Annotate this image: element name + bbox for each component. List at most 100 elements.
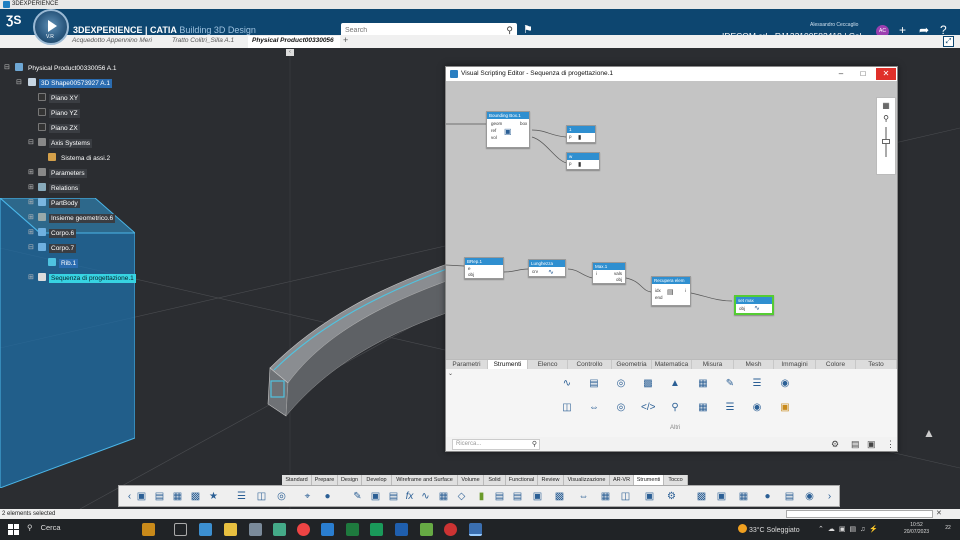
command-input[interactable] (786, 510, 933, 518)
node-set-max[interactable]: set max obj ∿ (734, 295, 774, 315)
tab-physical-product[interactable]: Physical Product00330056 (252, 37, 334, 44)
curved-beam[interactable] (260, 258, 460, 428)
node-1[interactable]: 1 p ▮ (566, 125, 596, 143)
collapse-handle[interactable]: ‹ (286, 49, 294, 56)
tree-item-sistema-assi[interactable]: Sistema di assi.2 (48, 153, 112, 163)
tree-toggle[interactable]: ⊞ (28, 213, 34, 221)
node-max[interactable]: Max.1 vals i obj (592, 262, 626, 284)
excel-app-icon[interactable] (346, 523, 359, 536)
tree-item-partbody[interactable]: PartBody (38, 198, 80, 208)
maximize-button[interactable]: □ (853, 68, 873, 80)
tree-item-piano-xy[interactable]: Piano XY (38, 93, 81, 103)
app-icon[interactable] (420, 523, 433, 536)
map-icon[interactable]: ▦ (877, 101, 895, 110)
node-lunghezza[interactable]: Lunghezza crv ∿ (528, 259, 566, 277)
connect-icon[interactable]: ◎ (275, 490, 288, 503)
wifi-icon[interactable]: ∿ (560, 377, 574, 391)
scatter-icon[interactable]: ⌖ (301, 490, 314, 503)
notification-badge[interactable]: 22 (942, 525, 954, 535)
book-icon[interactable]: ▤ (387, 490, 400, 503)
split-icon[interactable]: ◫ (560, 401, 574, 415)
more-tools-label[interactable]: Altri (670, 425, 680, 431)
cmdtab-review[interactable]: Review (538, 475, 564, 485)
cmdtab-design[interactable]: Design (338, 475, 362, 485)
swap-icon[interactable]: ⇔ (587, 401, 601, 415)
grid-icon[interactable]: ▦ (171, 490, 184, 503)
calculator-app-icon[interactable] (249, 523, 262, 536)
expand-bar-icon[interactable]: › (823, 490, 836, 503)
chrome-app-icon[interactable] (297, 523, 310, 536)
more-options-icon[interactable]: ⋮ (886, 439, 895, 450)
sphere-icon[interactable]: ● (321, 490, 334, 503)
vse-search-box[interactable]: Ricerca... ⚲ (452, 439, 540, 450)
weather-widget[interactable]: 33°C Soleggiato (738, 524, 800, 534)
outlook-app-icon[interactable] (321, 523, 334, 536)
table-icon[interactable]: ▦ (696, 377, 710, 391)
bar-chart-icon[interactable]: ▩ (641, 377, 655, 391)
node-recupera[interactable]: Recupera elem idx end i ▤ (651, 276, 691, 306)
tree-item-corpo7[interactable]: Corpo.7 (38, 243, 77, 253)
pyramid-icon[interactable]: ▲ (668, 377, 682, 391)
capture-icon[interactable]: ▩ (189, 490, 202, 503)
node-brep[interactable]: BRep.1 e obj (464, 257, 504, 279)
tree-shape[interactable]: 3D Shape00573927 A.1 (28, 78, 113, 88)
tree-toggle[interactable]: ⊟ (28, 243, 34, 251)
tree-toggle[interactable]: ⊞ (28, 198, 34, 206)
tree-toggle[interactable]: ⊟ (4, 63, 10, 71)
star-icon[interactable]: ★ (207, 490, 220, 503)
document-icon[interactable]: ▤ (587, 377, 601, 391)
image-icon[interactable]: ▣ (867, 439, 876, 450)
battery-icon[interactable]: ▮ (475, 490, 488, 503)
formula-icon[interactable]: fx (403, 490, 416, 503)
tree-item-parameters[interactable]: Parameters (38, 168, 87, 178)
catalog-icon[interactable]: ▩ (553, 490, 566, 503)
robot-icon[interactable]: ▲ (923, 426, 935, 440)
cube-icon[interactable]: ▣ (531, 490, 544, 503)
cmdtab-volume[interactable]: Volume (458, 475, 484, 485)
tab-tratto[interactable]: Tratto Colitri_Silla A.1 (172, 37, 234, 44)
node-bounding-box[interactable]: Bounding Box.1 geom ref vol box ▣ (486, 111, 530, 148)
tree-icon[interactable]: ◫ (255, 490, 268, 503)
sketch-icon[interactable]: ✎ (351, 490, 364, 503)
truck-icon[interactable]: ▣ (135, 490, 148, 503)
tree-root[interactable]: Physical Product00330056 A.1 (15, 63, 119, 73)
transfer-icon[interactable]: ⇔ (577, 490, 590, 503)
tree-toggle[interactable]: ⊞ (28, 228, 34, 236)
tree-item-corpo6[interactable]: Corpo.6 (38, 228, 77, 238)
scan-icon[interactable]: ▦ (599, 490, 612, 503)
cmdtab-visualizzazione[interactable]: Visualizzazione (564, 475, 610, 485)
tree-item-relations[interactable]: Relations (38, 183, 81, 193)
catia-app-icon[interactable] (395, 523, 408, 536)
tree-toggle[interactable]: ⊟ (28, 138, 34, 146)
cmdtab-develop[interactable]: Develop (362, 475, 392, 485)
zoom-slider-thumb[interactable] (882, 139, 890, 144)
minimize-button[interactable]: – (831, 68, 851, 80)
collapse-palette-icon[interactable]: ⌄ (448, 370, 453, 377)
clock[interactable]: 10:52 20/07/2023 (904, 522, 929, 536)
inspect-icon[interactable]: ⚲ (668, 401, 682, 415)
gear-icon[interactable]: ⚙ (665, 490, 678, 503)
tree-toggle[interactable]: ⊞ (28, 183, 34, 191)
parts-icon[interactable]: ▩ (695, 490, 708, 503)
zoom-icon[interactable]: ⚲ (877, 114, 895, 123)
notes-icon[interactable]: ▤ (851, 439, 860, 450)
node-w[interactable]: w p ▮ (566, 152, 600, 170)
folder-app-icon[interactable] (224, 523, 237, 536)
tray-icons[interactable]: ⌃☁▣▤♫⚡ (818, 525, 882, 533)
cmdtab-standard[interactable]: Standard (282, 475, 312, 485)
list-icon[interactable]: ☰ (235, 490, 248, 503)
list-icon[interactable]: ☰ (750, 377, 764, 391)
cmdtab-prepare[interactable]: Prepare (312, 475, 338, 485)
vse-titlebar[interactable]: Visual Scripting Editor - Sequenza di pr… (446, 67, 897, 81)
tree-toggle[interactable]: ⊞ (28, 273, 34, 281)
knowledge-icon[interactable]: ◇ (455, 490, 468, 503)
checklist-icon[interactable]: ☰ (723, 401, 737, 415)
settings-icon[interactable]: ⚙ (831, 439, 839, 450)
tree-item-insieme[interactable]: Insieme geometrico.6 (38, 213, 116, 223)
fullscreen-icon[interactable]: ⤢ (943, 36, 954, 47)
3dexperience-app-icon[interactable] (469, 523, 482, 536)
assembly-icon[interactable]: ▣ (643, 490, 656, 503)
briefcase-app-icon[interactable] (142, 523, 155, 536)
box-icon[interactable]: ▣ (715, 490, 728, 503)
cmdtab-strumenti[interactable]: Strumenti (634, 475, 664, 485)
